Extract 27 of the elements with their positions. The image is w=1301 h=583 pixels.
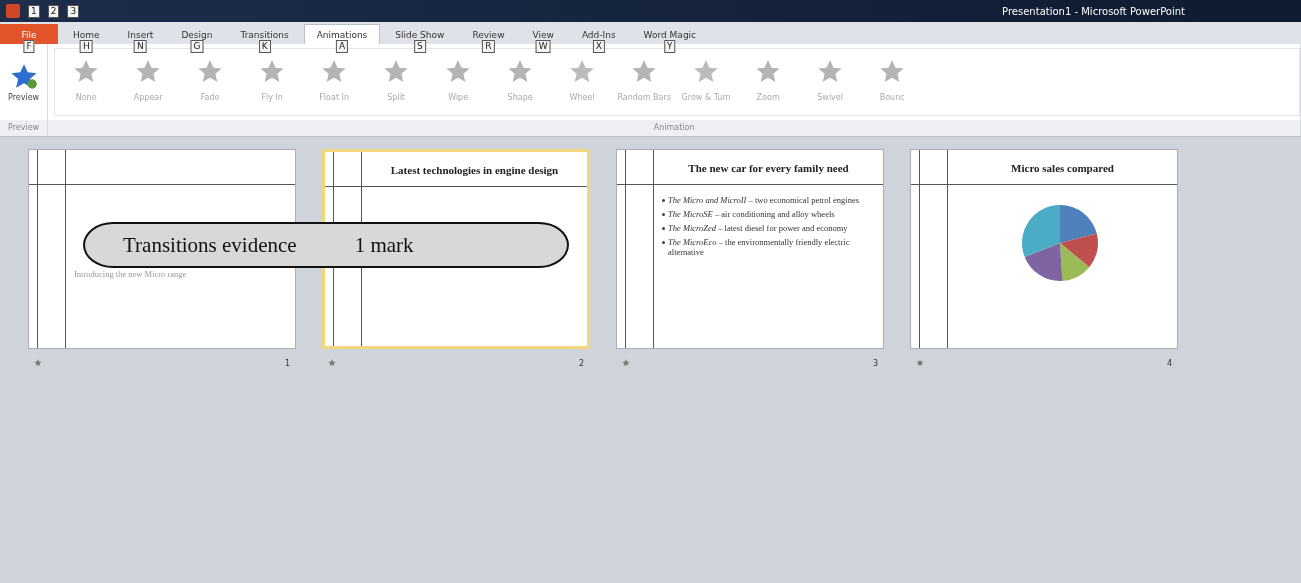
keytip: N [134, 40, 147, 53]
slide-number: 1 [284, 359, 290, 368]
keytip: X [592, 40, 605, 53]
callout-label: Transitions evidence [123, 232, 297, 258]
slide-bullet: The MicroEco – the environmentally friendly electric alternative [668, 237, 851, 257]
slide-title: Micro sales compared [1011, 161, 1114, 174]
callout-value: 1 mark [354, 232, 414, 258]
keytip: 1 [28, 4, 40, 18]
keytip: W [535, 40, 551, 53]
keytip: H [79, 40, 93, 53]
slide-subtitle: Introducing the new Micro range [74, 269, 188, 279]
slide-title: The new car for every family need [688, 161, 849, 174]
slide-number: 3 [872, 359, 878, 368]
keytip: R [482, 40, 495, 53]
group-label: Preview [0, 120, 48, 136]
group-label: Animation [48, 120, 1300, 136]
slide-bullet: The MicroZed – latest diesel for power and economy [668, 223, 848, 233]
slide-bullet: The Micro and MicroII – two economical petrol engines [668, 195, 860, 205]
keytip: 3 [67, 4, 80, 18]
slide-number: 4 [1166, 359, 1172, 368]
slide-number: 2 [578, 359, 584, 368]
keytip: A [335, 40, 349, 53]
slide-title: Latest technologies in engine design [390, 163, 559, 176]
keytip: G [190, 40, 204, 53]
window-title: Presentation1 - Microsoft PowerPoint [1002, 5, 1185, 17]
slide-bullet: The MicroSE – air conditioning and alloy wheels [668, 209, 835, 219]
keytip: 2 [47, 4, 60, 18]
